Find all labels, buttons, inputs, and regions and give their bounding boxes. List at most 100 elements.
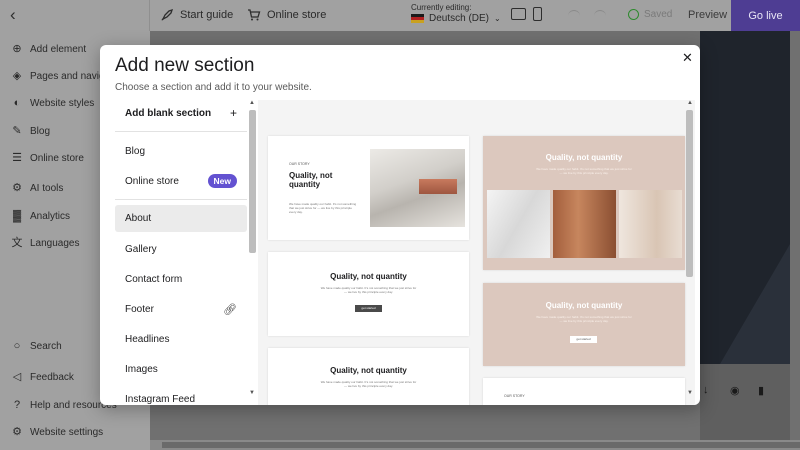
gallery-image <box>553 190 616 258</box>
sidebar-item-label: Add element <box>30 43 87 55</box>
arrow-down-icon[interactable]: ↓ <box>703 384 709 396</box>
sidebar-item-feedback[interactable]: ◁ Feedback <box>11 371 74 383</box>
preview-button: get started <box>570 336 597 343</box>
sidebar-item-languages[interactable]: 文 Languages <box>11 237 80 249</box>
image-detail <box>419 178 458 195</box>
preview-heading: Quality, not quantity <box>545 153 623 162</box>
preview-card-about-4[interactable]: Quality, not quantity We have made quali… <box>483 136 685 270</box>
list-item-images[interactable]: Images <box>115 356 247 382</box>
sidebar-item-website-styles[interactable]: ◐ Website styles <box>11 97 95 109</box>
scrollbar-thumb[interactable] <box>162 442 800 448</box>
divider <box>149 0 150 31</box>
preview-button: get started <box>355 305 382 312</box>
link-icon: 🔗︎ <box>223 303 237 316</box>
chevron-down-icon: ⌄ <box>494 14 501 23</box>
preview-card-about-6[interactable]: OUR STORY <box>483 378 685 405</box>
eye-icon[interactable]: ◉ <box>730 384 740 397</box>
preview-scrollbar[interactable]: ▲ ▼ <box>685 100 695 400</box>
redo-icon[interactable] <box>594 10 606 18</box>
modal-title: Add new section <box>115 55 255 76</box>
trash-icon[interactable]: ▮ <box>758 384 764 397</box>
translate-icon: 文 <box>11 237 23 249</box>
list-item-label: Images <box>125 363 158 375</box>
sidebar-item-online-store[interactable]: ☰ Online store <box>11 152 84 164</box>
back-arrow-icon[interactable]: ‹ <box>10 6 26 23</box>
rocket-icon <box>161 8 174 21</box>
add-blank-section-button[interactable]: Add blank section + <box>125 106 237 120</box>
sidebar-item-label: Feedback <box>30 371 74 383</box>
preview-heading: Quality, not quantity <box>330 366 407 375</box>
plus-circle-icon: ⊕ <box>12 43 22 55</box>
german-flag-icon <box>411 14 424 23</box>
list-item-about[interactable]: About <box>115 205 247 232</box>
preview-eyebrow: OUR STORY <box>504 394 525 398</box>
sidebar-item-website-settings[interactable]: ⚙ Website settings <box>11 426 103 438</box>
list-item-footer[interactable]: Footer 🔗︎ <box>115 296 247 322</box>
preview-heading: Quality, not quantity <box>289 171 333 189</box>
preview-card-about-3[interactable]: Quality, not quantity We have made quali… <box>268 348 469 405</box>
edit-icon: ✎ <box>12 125 22 137</box>
preview-body: We have made quality our habit. It's not… <box>536 167 632 175</box>
plus-icon: + <box>229 106 237 120</box>
preview-heading: Quality, not quantity <box>330 272 407 281</box>
sidebar-item-search[interactable]: ○ Search <box>11 340 62 352</box>
close-icon[interactable]: ✕ <box>682 50 693 66</box>
sidebar-item-label: Analytics <box>30 210 71 222</box>
mobile-view-icon[interactable] <box>533 7 542 21</box>
gallery-image <box>619 190 682 258</box>
sidebar-item-blog[interactable]: ✎ Blog <box>11 125 50 137</box>
scroll-down-icon[interactable]: ▼ <box>687 390 693 396</box>
undo-icon[interactable] <box>568 10 580 18</box>
megaphone-icon: ◁ <box>12 371 22 383</box>
gallery-image <box>487 190 550 258</box>
go-live-button[interactable]: Go live <box>731 0 800 31</box>
list-item-headlines[interactable]: Headlines <box>115 326 247 352</box>
start-guide-button[interactable]: Start guide <box>160 8 233 22</box>
preview-card-about-2[interactable]: Quality, not quantity We have made quali… <box>268 252 469 336</box>
list-item-label: Online store <box>125 175 179 187</box>
chart-icon: ▓ <box>12 210 22 222</box>
canvas-scrollbar[interactable] <box>150 440 800 450</box>
preview-card-about-5[interactable]: Quality, not quantity We have made quali… <box>483 283 685 366</box>
preview-button[interactable]: Preview <box>688 9 727 21</box>
sidebar-item-analytics[interactable]: ▓ Analytics <box>11 210 70 222</box>
scroll-down-icon[interactable]: ▼ <box>249 390 255 396</box>
gear-icon: ⚙ <box>12 426 22 438</box>
list-item-label: About <box>125 213 152 224</box>
list-item-blog[interactable]: Blog <box>115 138 247 164</box>
scrollbar-thumb[interactable] <box>249 110 256 253</box>
layers-icon: ◈ <box>12 70 22 82</box>
list-item-contact-form[interactable]: Contact form <box>115 266 247 292</box>
section-category-list: Add blank section + Blog Online store New… <box>115 100 247 405</box>
list-item-instagram-feed[interactable]: Instagram Feed <box>115 386 247 405</box>
divider <box>115 199 247 200</box>
scroll-up-icon[interactable]: ▲ <box>249 100 255 106</box>
online-store-button[interactable]: Online store <box>247 8 326 22</box>
list-item-online-store[interactable]: Online store New <box>115 168 247 194</box>
section-toolbar <box>700 364 790 440</box>
divider <box>115 131 247 132</box>
preview-body: We have made quality our habit. It's not… <box>320 286 417 294</box>
list-item-gallery[interactable]: Gallery <box>115 236 247 262</box>
desktop-view-icon[interactable] <box>511 8 526 20</box>
sidebar-item-label: Website styles <box>30 97 95 109</box>
list-scrollbar[interactable]: ▲ ▼ <box>248 100 257 396</box>
sidebar-item-label: Online store <box>30 152 84 164</box>
architecture-image <box>370 149 465 227</box>
list-item-label: Headlines <box>125 333 170 345</box>
list-item-label: Gallery <box>125 243 157 255</box>
top-bar: ‹ Start guide Online store Currently edi… <box>0 0 800 31</box>
sidebar-item-ai-tools[interactable]: ⚙ AI tools <box>11 182 63 194</box>
sidebar-item-label: Blog <box>30 125 51 137</box>
start-guide-label: Start guide <box>180 9 234 21</box>
scrollbar-thumb[interactable] <box>686 110 693 277</box>
preview-card-about-1[interactable]: OUR STORY Quality, not quantity We have … <box>268 136 469 240</box>
sidebar-item-add-element[interactable]: ⊕ Add element <box>11 43 86 55</box>
language-selector[interactable]: Currently editing: Deutsch (DE) ⌄ <box>411 3 501 24</box>
preview-body: We have made quality our habit. It's not… <box>289 202 357 214</box>
saved-status: Saved <box>628 9 672 20</box>
scroll-up-icon[interactable]: ▲ <box>687 100 693 106</box>
robot-icon: ⚙ <box>12 182 22 194</box>
preview-heading: Quality, not quantity <box>545 301 623 310</box>
add-blank-label: Add blank section <box>125 108 212 119</box>
